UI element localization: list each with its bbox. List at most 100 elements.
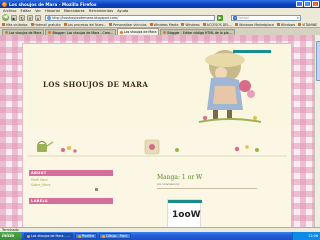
back-button[interactable]: ◀ bbox=[2, 14, 9, 21]
tab-shoujos-active[interactable]: Los shoujos de Mara bbox=[116, 28, 160, 35]
search-engine-icon[interactable]: Y bbox=[233, 15, 237, 20]
app-icon bbox=[77, 234, 81, 238]
watering-can-icon bbox=[37, 141, 54, 152]
bookmark-item[interactable]: VITAMINE bbox=[298, 23, 317, 27]
minimize-button[interactable]: _ bbox=[296, 1, 303, 7]
bookmark-item[interactable]: Más visitados bbox=[2, 23, 28, 27]
post-header-bar bbox=[233, 50, 271, 53]
home-button[interactable]: ⌂ bbox=[35, 14, 41, 21]
search-placeholder: Yahoo! bbox=[238, 15, 250, 20]
go-button[interactable]: ▶ bbox=[217, 14, 223, 21]
stop-button[interactable]: ✕ bbox=[27, 14, 33, 21]
bookmark-icon bbox=[276, 23, 280, 26]
bookmark-label: Windows bbox=[185, 22, 200, 27]
start-button[interactable]: inicio bbox=[0, 232, 22, 240]
firefox-icon bbox=[27, 234, 30, 238]
bookmark-label: Windows bbox=[280, 22, 296, 27]
tab-label: Blogger - Editar código HTML de la pla..… bbox=[167, 30, 232, 35]
tab-strip: Los shoujos de Mara Blogger: Los shoujos… bbox=[0, 28, 320, 35]
page-viewport: LOS SHOUJOS DE MARA ABOUT Perfil libre S… bbox=[0, 35, 320, 227]
blog-post: Manga: 1 or W por Lluviasaurio 1ooW bbox=[157, 174, 277, 227]
sidebar-about-body: Perfil libre Sobre_Mara bbox=[29, 176, 113, 198]
site-icon bbox=[47, 15, 51, 20]
window-title: Los shoujos de Mara - Mozilla Firefox bbox=[9, 1, 97, 7]
bookmark-icon bbox=[181, 23, 185, 26]
tab-favicon bbox=[119, 30, 123, 34]
bookmark-label: VITAMINE bbox=[302, 22, 318, 27]
tab-label: Los shoujos de Mara bbox=[123, 30, 157, 34]
taskbar-label: Dibujo - Paint bbox=[106, 233, 128, 238]
decorative-flowers bbox=[27, 139, 287, 157]
header-illustration bbox=[198, 50, 262, 123]
bookmark-icon bbox=[298, 23, 302, 26]
search-input[interactable]: Y Yahoo! ⌕ bbox=[231, 14, 301, 21]
reload-button[interactable]: ↻ bbox=[19, 14, 25, 21]
bookmark-icon bbox=[235, 23, 239, 26]
navigation-toolbar: ◀ ▶ ↻ ✕ ⌂ http://losshoujosdemara.blogsp… bbox=[0, 13, 320, 22]
taskbar-item-pixelfire[interactable]: Pixelfire bbox=[74, 233, 98, 239]
blog-header: LOS SHOUJOS DE MARA bbox=[27, 46, 287, 128]
tab-label: Blogger: Los shoujos de Mara - Crea... bbox=[52, 30, 113, 35]
menu-ver[interactable]: Ver bbox=[35, 9, 41, 13]
tab-favicon bbox=[5, 31, 8, 34]
taskbar-label: Los shoujos de Mara - ... bbox=[31, 233, 70, 238]
url-text: http://losshoujosdemara.blogspot.com/ bbox=[52, 15, 119, 20]
bookmark-icon bbox=[149, 23, 153, 26]
firefox-icon bbox=[2, 1, 7, 7]
post-author: por Lluviasaurio bbox=[157, 182, 180, 186]
blog-sidebar: ABOUT Perfil libre Sobre_Mara LABELS bbox=[29, 170, 113, 227]
bookmark-label: Windows Media bbox=[153, 22, 179, 27]
sidebar-heading-labels: LABELS bbox=[29, 198, 113, 204]
sidebar-link[interactable]: Sobre_Mara bbox=[31, 183, 111, 188]
bookmark-icon bbox=[202, 23, 206, 26]
menu-historial[interactable]: Historial bbox=[45, 9, 60, 13]
post-title[interactable]: Manga: 1 or W bbox=[157, 174, 277, 181]
system-tray-clock[interactable]: 12:06 bbox=[292, 232, 320, 240]
image-stripe bbox=[168, 199, 202, 203]
bookmark-item[interactable]: Windows bbox=[276, 22, 296, 27]
blog-title[interactable]: LOS SHOUJOS DE MARA bbox=[43, 80, 148, 89]
bookmark-icon bbox=[30, 23, 34, 26]
tab-favicon bbox=[163, 31, 167, 34]
taskbar-label: Pixelfire bbox=[81, 233, 95, 238]
scrollbar-thumb[interactable] bbox=[315, 41, 320, 81]
bookmark-item[interactable]: Windows Marketplace bbox=[235, 23, 274, 27]
bookmark-item[interactable]: Personalizar vínculos bbox=[109, 22, 147, 27]
windows-taskbar: inicio Los shoujos de Mara - ... Pixelfi… bbox=[0, 232, 320, 240]
close-button[interactable]: × bbox=[312, 1, 319, 7]
post-image[interactable]: 1ooW bbox=[167, 198, 202, 227]
bookmark-item[interactable]: Windows bbox=[181, 22, 200, 27]
bookmark-label: Hotmail gratuito bbox=[34, 22, 61, 27]
menu-ayuda[interactable]: Ayuda bbox=[117, 9, 128, 13]
bookmark-item[interactable]: Windows Media bbox=[149, 22, 179, 27]
vertical-scrollbar[interactable] bbox=[314, 35, 320, 227]
menu-marcadores[interactable]: Marcadores bbox=[64, 9, 85, 13]
taskbar-item-paint[interactable]: Dibujo - Paint bbox=[99, 233, 131, 239]
bookmark-icon bbox=[2, 23, 5, 26]
post-divider bbox=[157, 188, 257, 189]
bookmark-icon bbox=[63, 23, 67, 26]
edit-icon[interactable] bbox=[95, 188, 98, 191]
window-controls: _ □ × bbox=[296, 1, 319, 7]
tab-favicon bbox=[48, 31, 52, 34]
maximize-button[interactable]: □ bbox=[304, 1, 311, 7]
blog-page: LOS SHOUJOS DE MARA ABOUT Perfil libre S… bbox=[22, 43, 292, 227]
url-bar[interactable]: http://losshoujosdemara.blogspot.com/ bbox=[45, 14, 215, 21]
taskbar-item-firefox[interactable]: Los shoujos de Mara - ... bbox=[24, 233, 73, 239]
tab-label: Los shoujos de Mara bbox=[9, 30, 42, 35]
search-icon[interactable]: ⌕ bbox=[297, 15, 299, 20]
menu-herramientas[interactable]: Herramientas bbox=[89, 9, 113, 13]
menu-editar[interactable]: Editar bbox=[20, 9, 31, 13]
bookmark-label: Windows Marketplace bbox=[239, 22, 274, 27]
paint-icon bbox=[102, 234, 106, 238]
bookmark-label: Más visitados bbox=[6, 22, 28, 27]
bookmark-item[interactable]: Los procesos del Nuev... bbox=[63, 23, 106, 27]
bookmark-label: Personalizar vínculos bbox=[113, 22, 147, 27]
bookmark-item[interactable]: Hotmail gratuito bbox=[30, 22, 61, 27]
menu-archivo[interactable]: Archivo bbox=[3, 9, 16, 13]
manga-logo: 1ooW bbox=[172, 209, 201, 220]
bookmark-item[interactable]: ACCESOS DEL... bbox=[202, 23, 232, 27]
bookmark-icon bbox=[109, 23, 113, 26]
window-titlebar: Los shoujos de Mara - Mozilla Firefox _ … bbox=[0, 0, 320, 8]
forward-button[interactable]: ▶ bbox=[11, 14, 17, 21]
